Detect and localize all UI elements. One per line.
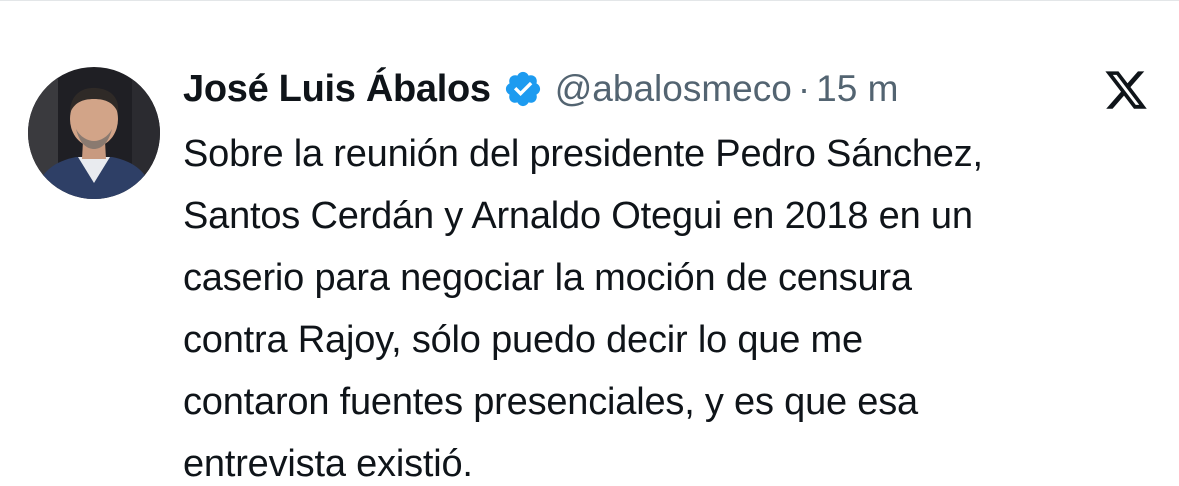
author-handle[interactable]: @abalosmeco <box>555 68 792 110</box>
avatar[interactable] <box>28 67 160 199</box>
tweet-text-line: contra Rajoy, sólo puedo decir lo que me <box>183 319 863 361</box>
tweet-text-line: contaron fuentes presenciales, y es que … <box>183 381 918 423</box>
tweet-text-line: caserio para negociar la moción de censu… <box>183 257 912 299</box>
author-name[interactable]: José Luis Ábalos <box>183 68 491 111</box>
meta-separator: · <box>797 68 811 109</box>
tweet-text-line: entrevista existió. <box>183 443 473 485</box>
tweet-header: José Luis Ábalos @abalosmeco · 15 m <box>183 63 898 115</box>
tweet-card[interactable]: José Luis Ábalos @abalosmeco · 15 m Sobr… <box>0 0 1179 486</box>
tweet-text-line: Santos Cerdán y Arnaldo Otegui en 2018 e… <box>183 195 973 237</box>
tweet-text-line: Sobre la reunión del presidente Pedro Sá… <box>183 133 983 175</box>
timestamp[interactable]: 15 m <box>816 68 898 110</box>
tweet-text: Sobre la reunión del presidente Pedro Sá… <box>183 123 1153 486</box>
avatar-image <box>28 67 160 199</box>
verified-badge-icon[interactable] <box>503 69 543 109</box>
x-logo-icon[interactable] <box>1103 67 1149 113</box>
